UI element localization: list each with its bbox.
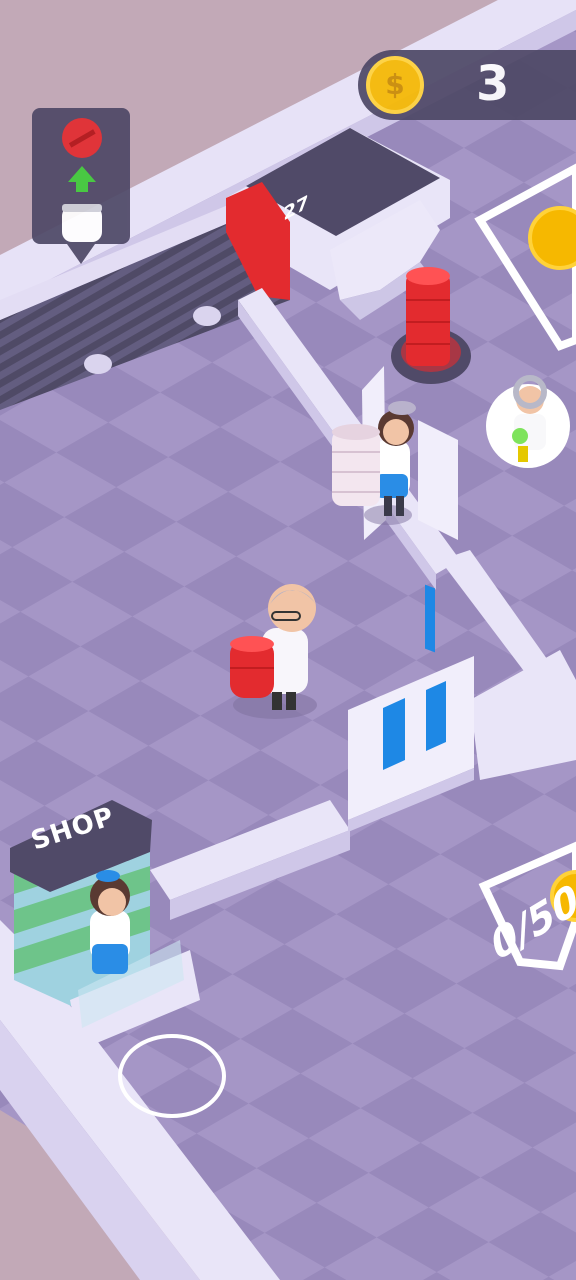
shopkeeper-character[interactable] (90, 870, 130, 974)
red-pill-icon (62, 118, 102, 158)
white-jar-icon (62, 204, 102, 242)
conveyor-roller (84, 354, 112, 374)
coin-symbol: $ (385, 68, 405, 101)
upgrade-tile-coin (528, 206, 576, 270)
coin-counter: $ 3 (358, 50, 576, 120)
white-jar-stack[interactable] (332, 424, 380, 506)
conveyor-roller (193, 306, 221, 326)
coin-icon: $ (366, 56, 424, 114)
green-up-arrow-icon (68, 166, 96, 192)
carried-red-pills[interactable] (230, 636, 274, 698)
recipe-hint-card (32, 108, 130, 264)
red-pill-stack[interactable] (406, 267, 450, 366)
coin-count: 3 (476, 56, 510, 112)
